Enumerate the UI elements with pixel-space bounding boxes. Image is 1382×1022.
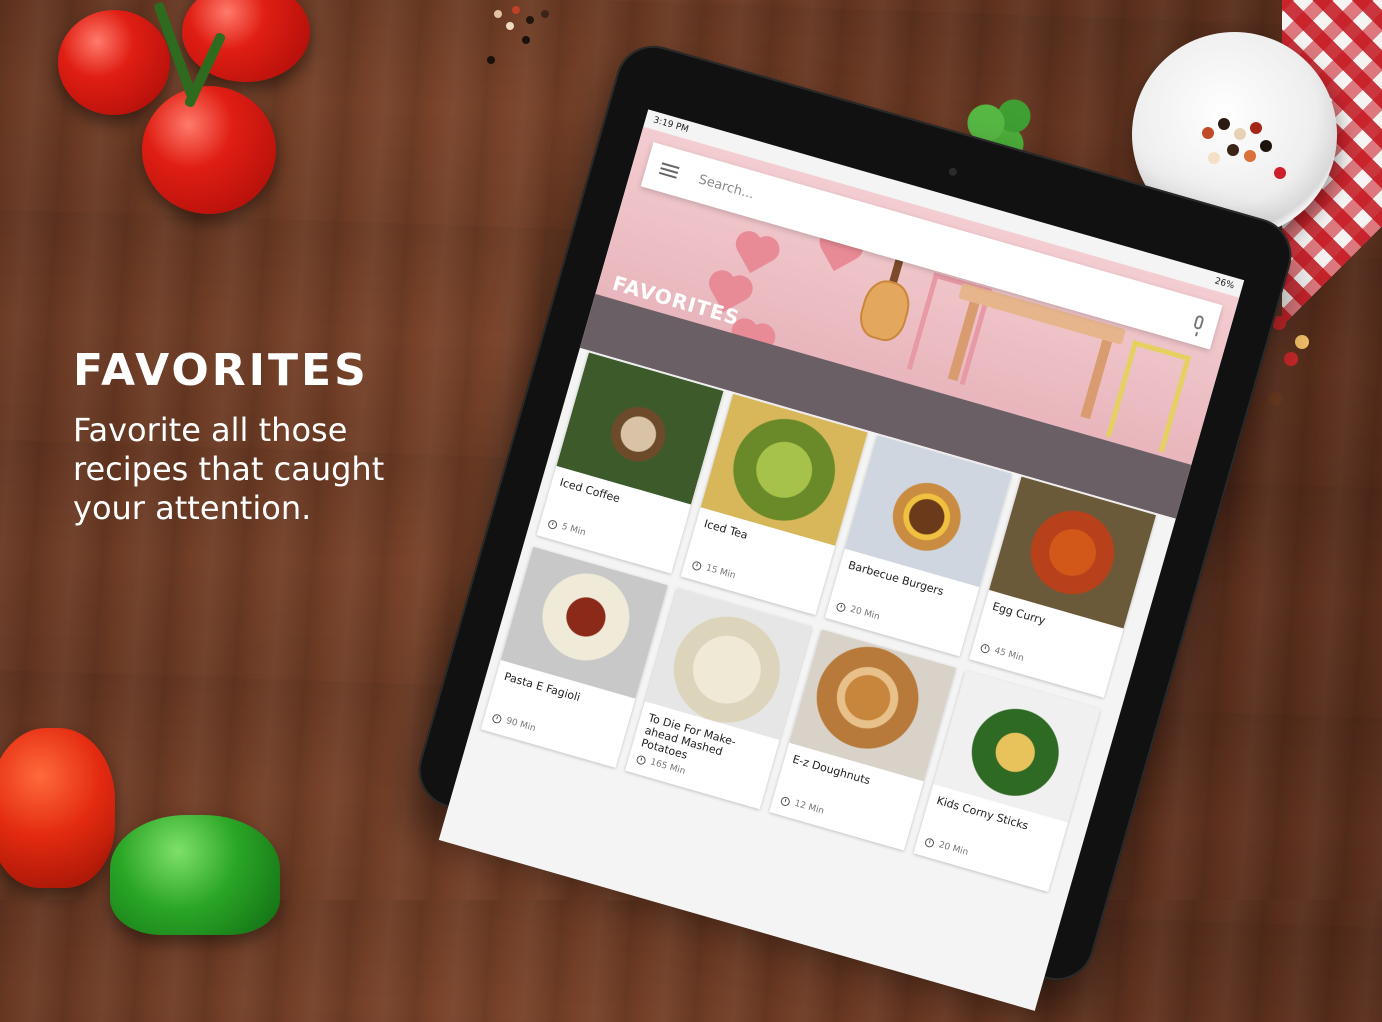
peppercorn xyxy=(1250,122,1262,134)
peppercorn xyxy=(1244,150,1256,162)
peppercorn xyxy=(1268,392,1282,406)
battery-indicator: 26% xyxy=(1213,276,1236,292)
peppercorn xyxy=(506,22,514,30)
promo-title: FAVORITES xyxy=(73,345,369,396)
peppercorn xyxy=(1274,167,1286,179)
guitar-illustration xyxy=(854,275,916,346)
chair-illustration xyxy=(1105,340,1192,453)
peppercorn xyxy=(1202,127,1214,139)
tomato xyxy=(58,10,170,115)
clock-icon xyxy=(635,754,647,766)
peppercorn xyxy=(1227,144,1239,156)
clock-icon xyxy=(691,559,703,572)
peppercorn xyxy=(1295,335,1309,349)
recipe-time: 12 Min xyxy=(779,795,825,817)
recipe-time: 5 Min xyxy=(547,518,587,538)
clock-icon xyxy=(835,601,847,613)
promo-subtitle: Favorite all those recipes that caught y… xyxy=(73,411,385,527)
peppercorn xyxy=(494,10,502,18)
clock-icon xyxy=(547,518,559,530)
peppercorn xyxy=(1234,128,1246,140)
red-bell-pepper xyxy=(0,728,115,888)
clock-icon xyxy=(924,836,936,848)
hamburger-menu-icon[interactable] xyxy=(658,162,680,179)
peppercorn xyxy=(1218,118,1230,130)
recipe-time: 45 Min xyxy=(979,642,1025,664)
peppercorn xyxy=(522,36,530,44)
peppercorn xyxy=(1208,152,1220,164)
peppercorn xyxy=(1260,140,1272,152)
recipe-time: 20 Min xyxy=(835,601,881,623)
recipe-time: 90 Min xyxy=(491,712,537,734)
green-bell-pepper xyxy=(110,815,280,935)
clock-icon xyxy=(491,712,503,724)
peppercorn xyxy=(526,16,534,24)
peppercorn xyxy=(512,6,520,14)
clock-icon xyxy=(979,642,991,654)
table-illustration xyxy=(1080,339,1113,420)
tomato xyxy=(142,86,276,214)
peppercorn xyxy=(541,10,549,18)
heart-icon xyxy=(737,237,773,274)
recipe-time: 20 Min xyxy=(924,836,969,858)
clock-icon xyxy=(779,795,791,807)
promo-block: FAVORITES Favorite all those recipes tha… xyxy=(73,345,413,528)
peppercorn xyxy=(1284,352,1298,366)
recipe-time: 15 Min xyxy=(691,559,737,581)
peppercorn xyxy=(487,56,495,64)
